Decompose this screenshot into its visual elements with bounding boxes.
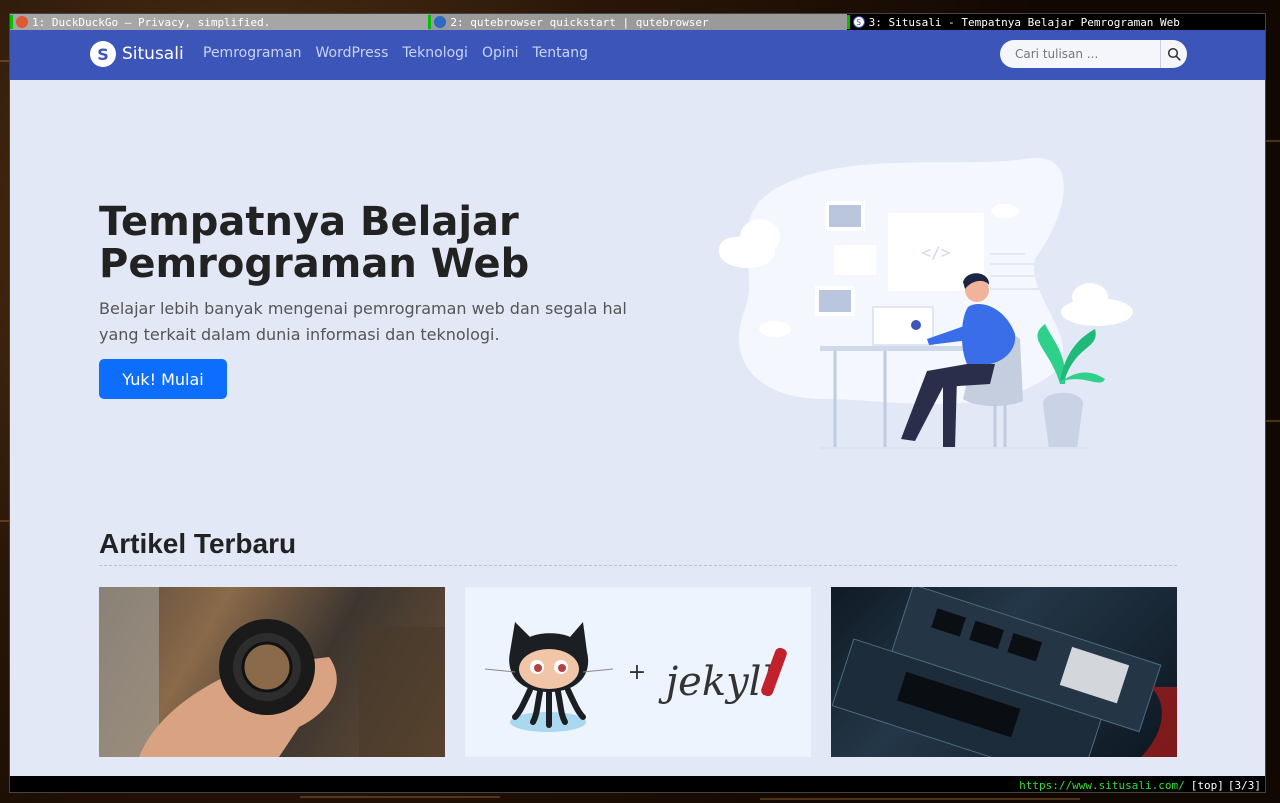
article-card-hardware[interactable] [831, 587, 1177, 757]
tab-duckduckgo[interactable]: 1: DuckDuckGo — Privacy, simplified. [10, 14, 429, 30]
nav-link-teknologi[interactable]: Teknologi [402, 45, 468, 61]
tab-number: 1: [32, 15, 46, 29]
plus-sign: + [628, 660, 646, 685]
nav-links: Pemrograman WordPress Teknologi Opini Te… [203, 45, 588, 61]
qutebrowser-icon [434, 16, 447, 28]
browser-window: 1: DuckDuckGo — Privacy, simplified. 2: … [9, 13, 1266, 793]
tab-index: [3/3] [1227, 778, 1261, 792]
github-jekyll-logo: + jekyll [484, 622, 787, 732]
tab-title: Situsali - Tempatnya Belajar Pemrograman… [888, 15, 1180, 29]
search-button[interactable] [1160, 40, 1187, 68]
situsali-icon: S [852, 16, 865, 28]
search-box [1000, 40, 1187, 68]
latest-articles-title: Artikel Terbaru [99, 528, 297, 559]
duckduckgo-icon [16, 16, 28, 28]
article-card-jekyll[interactable]: + jekyll [465, 587, 811, 757]
tab-number: 3: [868, 15, 882, 29]
nav-link-wordpress[interactable]: WordPress [316, 45, 389, 61]
nav-link-tentang[interactable]: Tentang [533, 45, 589, 61]
scroll-position: [top] [1190, 778, 1224, 792]
svg-text:</>: </> [922, 243, 951, 262]
status-url: https://www.situsali.com/ [1019, 778, 1185, 792]
hero-illustration: </> [719, 158, 1133, 449]
article-card-camera[interactable] [99, 587, 445, 757]
hero-title: Tempatnya Belajar Pemrograman Web [99, 199, 530, 287]
tab-title: qutebrowser quickstart | qutebrowser [470, 15, 709, 29]
tab-number: 2: [450, 15, 464, 29]
search-input[interactable] [1000, 40, 1160, 68]
search-icon [1167, 47, 1181, 61]
status-bar: https://www.situsali.com/ [top] [3/3] [10, 776, 1265, 792]
tab-indicator [10, 15, 13, 29]
camera-lens-photo [99, 587, 445, 757]
tab-indicator [428, 15, 432, 29]
tab-title: DuckDuckGo — Privacy, simplified. [51, 15, 271, 29]
tab-qutebrowser[interactable]: 2: qutebrowser quickstart | qutebrowser [428, 14, 847, 30]
brand-link[interactable]: S Situsali [90, 41, 184, 67]
tab-indicator [846, 15, 850, 29]
jekyll-wordmark: jekyll [658, 659, 775, 705]
ssd-hardware-photo [831, 587, 1177, 757]
hero-subtitle: Belajar lebih banyak mengenai pemrograma… [99, 299, 627, 344]
tab-bar: 1: DuckDuckGo — Privacy, simplified. 2: … [10, 14, 1265, 30]
tab-situsali[interactable]: S 3: Situsali - Tempatnya Belajar Pemrog… [846, 14, 1265, 30]
section-divider [99, 565, 1177, 566]
site-navbar: S Situsali Pemrograman WordPress Teknolo… [10, 30, 1265, 80]
nav-link-opini[interactable]: Opini [482, 45, 519, 61]
situsali-logo-icon: S [90, 41, 116, 67]
start-button[interactable]: Yuk! Mulai [99, 359, 227, 399]
nav-link-pemrograman[interactable]: Pemrograman [203, 45, 302, 61]
brand-name: Situsali [122, 44, 184, 64]
